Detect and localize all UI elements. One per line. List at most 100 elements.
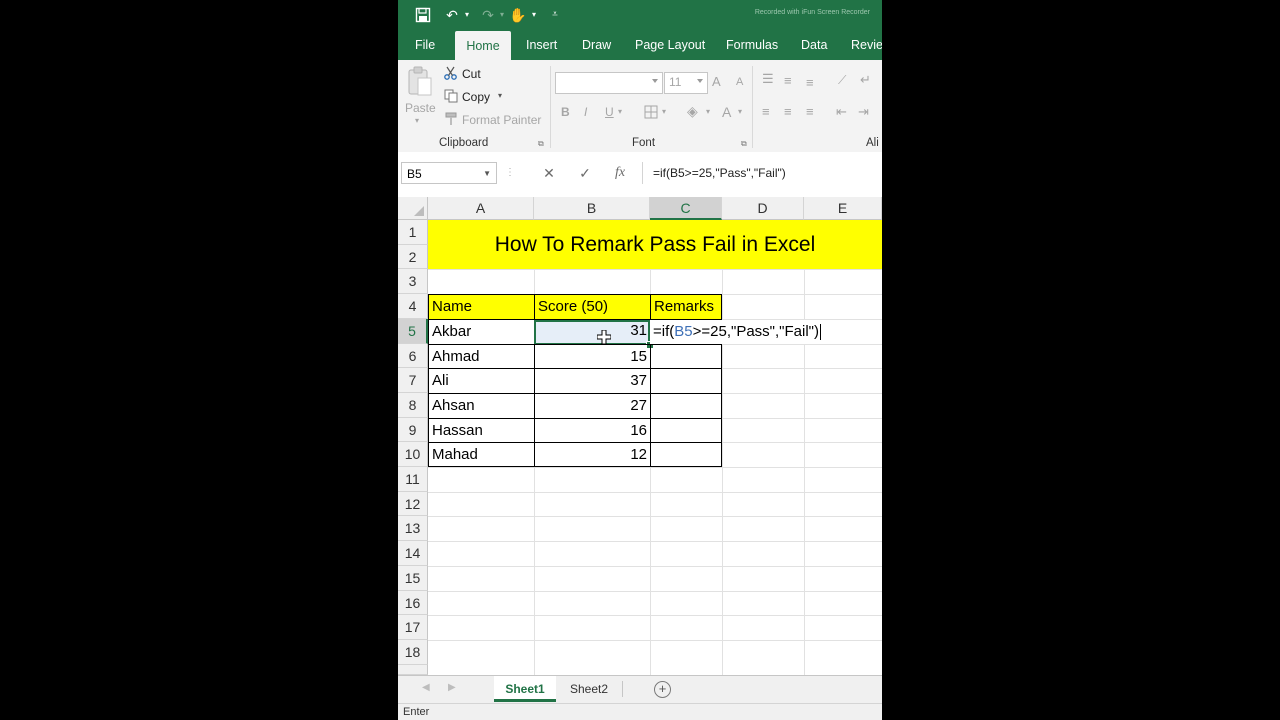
add-sheet-icon[interactable]: + xyxy=(654,681,671,698)
select-all-corner[interactable] xyxy=(398,197,428,220)
row-header[interactable]: 10 xyxy=(398,442,428,467)
remarks-cell[interactable] xyxy=(650,344,722,369)
row-header[interactable]: 12 xyxy=(398,492,428,516)
row-header[interactable]: 6 xyxy=(398,344,428,368)
grow-font-icon[interactable]: A xyxy=(712,74,721,89)
align-bottom-icon[interactable]: ≡ xyxy=(806,75,814,90)
name-cell[interactable]: Mahad xyxy=(428,442,535,467)
redo-dropdown-icon[interactable]: ▾ xyxy=(497,4,507,26)
column-header-c[interactable]: C xyxy=(650,197,722,220)
clipboard-launcher-icon[interactable]: ⧉ xyxy=(538,139,544,149)
align-center-icon[interactable]: ≡ xyxy=(784,104,792,119)
row-header[interactable]: 13 xyxy=(398,516,428,541)
row-header[interactable]: 3 xyxy=(398,269,428,294)
align-middle-icon[interactable]: ≡ xyxy=(784,73,792,88)
borders-icon[interactable] xyxy=(644,105,658,119)
formula-input[interactable]: =if(B5>=25,"Pass","Fail") xyxy=(653,162,786,184)
row-header[interactable]: 5 xyxy=(398,319,428,344)
cut-icon[interactable] xyxy=(444,66,458,80)
italic-button[interactable]: I xyxy=(584,105,587,119)
row-header[interactable]: 16 xyxy=(398,591,428,615)
name-cell[interactable]: Ali xyxy=(428,368,535,394)
font-launcher-icon[interactable]: ⧉ xyxy=(741,139,747,149)
cancel-icon[interactable]: ✕ xyxy=(538,162,560,184)
undo-dropdown-icon[interactable]: ▾ xyxy=(462,4,472,26)
save-icon[interactable] xyxy=(412,4,434,26)
name-box[interactable]: B5 ▼ xyxy=(401,162,497,184)
row-header[interactable]: 17 xyxy=(398,615,428,640)
cut-button[interactable]: Cut xyxy=(462,67,481,81)
redo-icon[interactable]: ↷ xyxy=(478,4,498,26)
header-remarks-cell[interactable]: Remarks xyxy=(650,294,722,320)
paste-button[interactable]: Paste xyxy=(405,101,436,115)
sheet-title[interactable]: How To Remark Pass Fail in Excel xyxy=(428,220,882,269)
row-header[interactable]: 1 xyxy=(398,220,428,245)
increase-indent-icon[interactable]: ⇥ xyxy=(858,104,869,120)
tab-home[interactable]: Home xyxy=(455,31,511,60)
row-header[interactable]: 9 xyxy=(398,418,428,442)
row-header[interactable]: 4 xyxy=(398,294,428,319)
row-header[interactable]: 2 xyxy=(398,245,428,269)
fill-color-icon[interactable]: ◈ xyxy=(687,103,698,120)
tab-page-layout[interactable]: Page Layout xyxy=(635,30,705,60)
touch-dropdown-icon[interactable]: ▾ xyxy=(529,4,539,26)
paste-icon[interactable] xyxy=(407,66,433,98)
align-left-icon[interactable]: ≡ xyxy=(762,104,770,119)
enter-icon[interactable]: ✓ xyxy=(574,162,596,184)
copy-button[interactable]: Copy xyxy=(462,90,490,104)
row-header[interactable]: 18 xyxy=(398,640,428,665)
remarks-cell[interactable] xyxy=(650,442,722,467)
remarks-cell[interactable] xyxy=(650,393,722,419)
font-color-icon[interactable]: A xyxy=(722,104,731,120)
font-color-dropdown-icon[interactable]: ▾ xyxy=(738,107,742,116)
decrease-indent-icon[interactable]: ⇤ xyxy=(836,104,847,120)
row-header[interactable]: 11 xyxy=(398,467,428,492)
score-cell[interactable]: 31 xyxy=(534,319,650,344)
copy-dropdown-icon[interactable]: ▾ xyxy=(498,91,502,100)
header-name-cell[interactable]: Name xyxy=(428,294,535,320)
score-cell[interactable]: 15 xyxy=(534,344,651,369)
row-header[interactable]: 7 xyxy=(398,368,428,393)
bold-button[interactable]: B xyxy=(561,105,570,119)
underline-button[interactable]: U xyxy=(605,105,614,119)
fill-color-dropdown-icon[interactable]: ▾ xyxy=(706,107,710,116)
sheet-tab-sheet1[interactable]: Sheet1 xyxy=(494,676,556,702)
column-header-b[interactable]: B xyxy=(534,197,650,220)
remarks-cell[interactable] xyxy=(650,368,722,394)
align-right-icon[interactable]: ≡ xyxy=(806,104,814,119)
borders-dropdown-icon[interactable]: ▾ xyxy=(662,107,666,116)
header-score-cell[interactable]: Score (50) xyxy=(534,294,651,320)
name-cell[interactable]: Akbar xyxy=(428,319,535,345)
orientation-icon[interactable]: ⟋ xyxy=(838,73,846,88)
copy-icon[interactable] xyxy=(444,89,458,103)
paste-dropdown-icon[interactable]: ▾ xyxy=(415,116,419,125)
worksheet-grid[interactable]: A B C D E 1 2 3 4 5 6 7 8 9 10 11 12 13 … xyxy=(398,197,882,675)
font-size-select[interactable]: 11 xyxy=(664,72,708,94)
underline-dropdown-icon[interactable]: ▾ xyxy=(618,107,622,116)
sheet-prev-icon[interactable]: ◀ xyxy=(422,682,430,693)
tab-formulas[interactable]: Formulas xyxy=(726,30,778,60)
score-cell[interactable]: 12 xyxy=(534,442,651,467)
undo-icon[interactable]: ↶ xyxy=(442,4,462,26)
cell-editor-c5[interactable]: =if(B5>=25,"Pass","Fail") xyxy=(650,320,882,344)
row-header[interactable]: 15 xyxy=(398,566,428,591)
tab-insert[interactable]: Insert xyxy=(526,30,557,60)
wrap-text-icon[interactable]: ↵ xyxy=(860,72,871,88)
name-cell[interactable]: Ahsan xyxy=(428,393,535,419)
touch-mode-icon[interactable]: ✋ xyxy=(508,4,528,26)
shrink-font-icon[interactable]: A xyxy=(736,76,743,88)
row-header[interactable]: 8 xyxy=(398,393,428,418)
name-cell[interactable]: Hassan xyxy=(428,418,535,443)
row-header[interactable]: 14 xyxy=(398,541,428,566)
align-top-icon[interactable]: ☰ xyxy=(762,71,774,87)
tab-file[interactable]: File xyxy=(415,30,435,60)
column-header-a[interactable]: A xyxy=(428,197,534,220)
tab-draw[interactable]: Draw xyxy=(582,30,611,60)
sheet-tab-sheet2[interactable]: Sheet2 xyxy=(558,676,620,702)
remarks-cell[interactable] xyxy=(650,418,722,443)
tab-data[interactable]: Data xyxy=(801,30,827,60)
score-cell[interactable]: 27 xyxy=(534,393,651,419)
column-header-e[interactable]: E xyxy=(804,197,882,220)
format-painter-icon[interactable] xyxy=(444,112,458,126)
formula-bar-grip-icon[interactable]: ⋮ xyxy=(504,162,516,184)
